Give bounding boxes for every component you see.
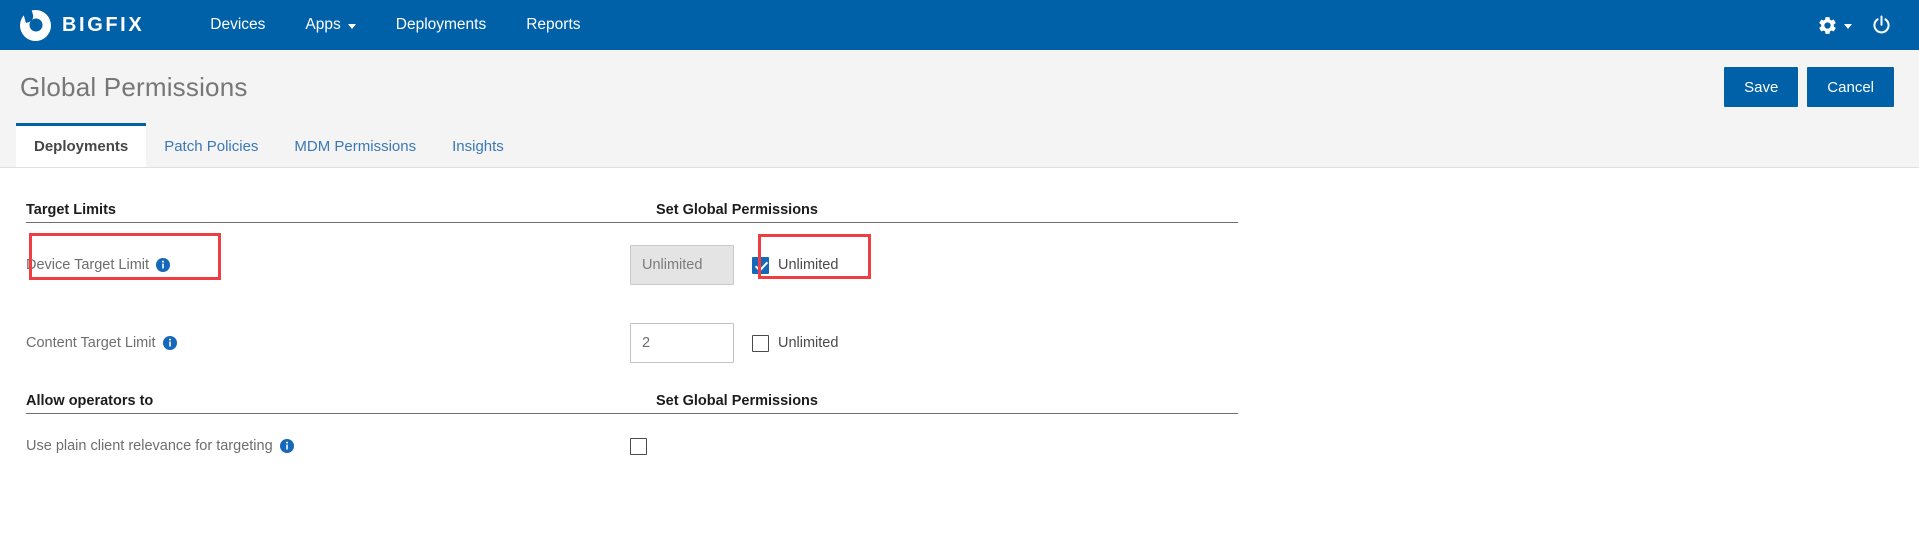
bigfix-logo-icon [20, 10, 51, 41]
nav-item-apps-label: Apps [305, 0, 340, 50]
cancel-button[interactable]: Cancel [1807, 67, 1894, 107]
content-target-limit-input[interactable] [630, 323, 734, 363]
page-header: Global Permissions Save Cancel [0, 50, 1919, 124]
tab-insights[interactable]: Insights [434, 123, 522, 167]
plain-client-relevance-label: Use plain client relevance for targeting [26, 438, 630, 454]
nav-item-deployments[interactable]: Deployments [376, 0, 506, 50]
page-title: Global Permissions [20, 72, 248, 103]
power-logout-button[interactable] [1870, 14, 1893, 37]
nav-item-reports[interactable]: Reports [506, 0, 600, 50]
plain-client-relevance-label-text: Use plain client relevance for targeting [26, 438, 273, 454]
device-unlimited-checkbox-label: Unlimited [778, 257, 838, 273]
plain-client-relevance-label-cell: Use plain client relevance for targeting [26, 438, 630, 454]
allow-operators-permissions-heading: Set Global Permissions [656, 393, 818, 409]
info-icon[interactable] [163, 336, 177, 350]
page-header-actions: Save Cancel [1724, 67, 1901, 107]
plain-client-relevance-row: Use plain client relevance for targeting [26, 431, 1899, 461]
tab-mdm-permissions-label: MDM Permissions [294, 138, 416, 155]
nav-item-devices-label: Devices [210, 0, 265, 50]
device-target-limit-controls: Unlimited [630, 245, 838, 285]
settings-chevron-down-icon [1844, 24, 1852, 29]
nav-item-devices[interactable]: Devices [190, 0, 285, 50]
power-icon [1870, 14, 1893, 37]
target-limits-section-header: Target Limits Set Global Permissions [26, 202, 1238, 223]
device-target-limit-input[interactable] [630, 245, 734, 285]
nav-item-deployments-label: Deployments [396, 0, 486, 50]
content-target-limit-row: Content Target Limit Unlimited [26, 321, 1899, 365]
nav-item-reports-label: Reports [526, 0, 580, 50]
tab-mdm-permissions[interactable]: MDM Permissions [276, 123, 434, 167]
plain-client-relevance-checkbox-wrap[interactable] [630, 438, 647, 455]
device-target-limit-label-text: Device Target Limit [26, 257, 149, 273]
device-target-limit-row: Device Target Limit Unlimited [26, 241, 1899, 289]
main-nav: Devices Apps Deployments Reports [190, 0, 600, 50]
tab-patch-policies[interactable]: Patch Policies [146, 123, 276, 167]
content-unlimited-checkbox[interactable] [752, 335, 769, 352]
info-icon[interactable] [156, 258, 170, 272]
target-limits-permissions-heading: Set Global Permissions [656, 202, 818, 218]
gear-icon [1817, 15, 1838, 36]
allow-operators-section-header: Allow operators to Set Global Permission… [26, 393, 1238, 414]
content-target-limit-label-cell: Content Target Limit [26, 335, 630, 351]
allow-operators-heading: Allow operators to [26, 393, 153, 409]
content-unlimited-checkbox-label: Unlimited [778, 335, 838, 351]
device-target-limit-label: Device Target Limit [26, 257, 630, 273]
save-button[interactable]: Save [1724, 67, 1798, 107]
tab-deployments-label: Deployments [34, 138, 128, 155]
top-navigation-bar: BIGFIX Devices Apps Deployments Reports [0, 0, 1919, 50]
target-limits-heading: Target Limits [26, 202, 116, 218]
plain-client-relevance-checkbox[interactable] [630, 438, 647, 455]
chevron-down-icon [348, 24, 356, 29]
tab-insights-label: Insights [452, 138, 504, 155]
content-target-limit-controls: Unlimited [630, 323, 838, 363]
device-unlimited-checkbox-wrap[interactable]: Unlimited [752, 257, 838, 274]
content-target-limit-label-text: Content Target Limit [26, 335, 156, 351]
nav-item-apps[interactable]: Apps [285, 0, 375, 50]
permissions-content: Target Limits Set Global Permissions Dev… [0, 202, 1919, 461]
device-target-limit-label-cell: Device Target Limit [26, 257, 630, 273]
device-unlimited-checkbox[interactable] [752, 257, 769, 274]
top-nav-actions [1817, 14, 1901, 37]
content-unlimited-checkbox-wrap[interactable]: Unlimited [752, 335, 838, 352]
tab-bar: Deployments Patch Policies MDM Permissio… [0, 124, 1919, 168]
settings-menu-button[interactable] [1817, 15, 1852, 36]
info-icon[interactable] [280, 439, 294, 453]
tab-deployments[interactable]: Deployments [16, 123, 146, 167]
content-target-limit-label: Content Target Limit [26, 335, 630, 351]
brand-name: BIGFIX [62, 14, 144, 37]
brand-logo[interactable]: BIGFIX [20, 10, 144, 41]
plain-client-relevance-controls [630, 438, 647, 455]
tab-patch-policies-label: Patch Policies [164, 138, 258, 155]
